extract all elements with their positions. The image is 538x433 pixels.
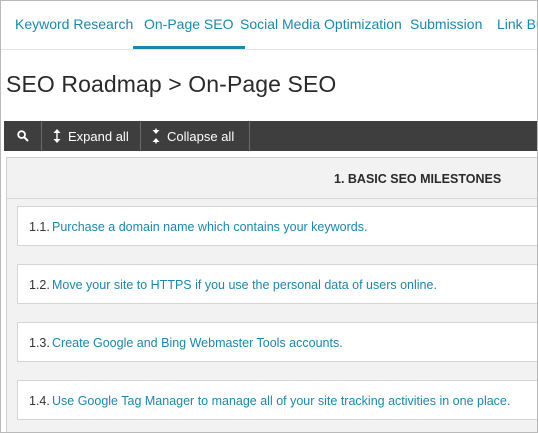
item-link[interactable]: Purchase a domain name which contains yo… [52,220,367,234]
list-item: 1.1. Purchase a domain name which contai… [17,206,537,246]
tab-link-building[interactable]: Link Bu [497,1,537,46]
item-link[interactable]: Use Google Tag Manager to manage all of … [52,394,510,408]
item-number: 1.4. [29,394,50,408]
search-button[interactable] [4,121,41,151]
expand-all-label: Expand all [68,128,129,144]
item-number: 1.3. [29,336,50,350]
toolbar: Expand all Collapse all [4,121,537,151]
section-header[interactable]: 1. BASIC SEO MILESTONES [7,158,537,199]
tab-on-page-seo[interactable]: On-Page SEO [133,1,245,49]
tab-social-media-optimization[interactable]: Social Media Optimization [240,1,402,46]
item-link[interactable]: Create Google and Bing Webmaster Tools a… [52,336,343,350]
expand-all-button[interactable]: Expand all [52,121,129,151]
milestones-section: 1. BASIC SEO MILESTONES 1.1. Purchase a … [6,157,537,432]
item-number: 1.2. [29,278,50,292]
search-icon [16,130,29,142]
tab-bar: Keyword Research On-Page SEO Social Medi… [1,1,537,50]
tab-submission[interactable]: Submission [410,1,482,46]
list-item: 1.3. Create Google and Bing Webmaster To… [17,322,537,362]
app-window: Keyword Research On-Page SEO Social Medi… [0,0,538,433]
collapse-icon [151,128,161,144]
section-title: 1. BASIC SEO MILESTONES [334,172,502,186]
expand-icon [52,128,62,144]
collapse-all-button[interactable]: Collapse all [151,121,234,151]
collapse-all-label: Collapse all [167,128,235,144]
list-item: 1.4. Use Google Tag Manager to manage al… [17,380,537,420]
item-link[interactable]: Move your site to HTTPS if you use the p… [52,278,437,292]
item-number: 1.1. [29,220,50,234]
list-item: 1.2. Move your site to HTTPS if you use … [17,264,537,304]
toolbar-divider [140,121,141,151]
toolbar-divider [41,121,42,151]
page-title: SEO Roadmap > On-Page SEO [6,71,337,97]
toolbar-divider [249,121,250,151]
tab-keyword-research[interactable]: Keyword Research [15,1,133,46]
